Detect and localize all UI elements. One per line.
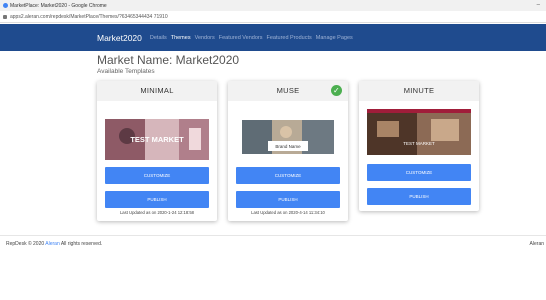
minimize-button[interactable]: – <box>537 2 540 8</box>
page-subtitle: Available Templates <box>97 68 155 75</box>
nav-featured-products[interactable]: Featured Products <box>267 35 312 41</box>
template-thumbnail-minimal[interactable]: TEST MARKET <box>105 114 209 160</box>
template-name: MUSE ✓ <box>228 81 348 101</box>
top-navbar: Market2020 Details Themes Vendors Featur… <box>0 24 546 51</box>
template-card-muse: MUSE ✓ Brand Name CUSTOMIZE PUBLISH Last… <box>228 81 348 221</box>
footer-divider <box>0 235 546 236</box>
publish-button[interactable]: PUBLISH <box>105 191 209 208</box>
nav-details[interactable]: Details <box>150 35 167 41</box>
address-bar[interactable]: apps2.aleran.com/repdesk/MarketPlace/The… <box>0 11 546 23</box>
window-titlebar: MarketPlace: Market2020 - Google Chrome … <box>0 0 546 11</box>
template-card-minimal: MINIMAL TEST MARKET CUSTOMIZE PUBLISH La… <box>97 81 217 221</box>
thumb-caption: TEST MARKET <box>130 135 184 144</box>
last-updated-text: Last Updated as on 2020-4-14 11:34:10 <box>251 210 325 215</box>
thumb-caption: Brand Name <box>275 144 301 149</box>
footer-brand: Aleran <box>529 241 544 247</box>
footer-company-link[interactable]: Aleran <box>45 241 59 247</box>
page-title: Market Name: Market2020 <box>97 53 240 67</box>
publish-button[interactable]: PUBLISH <box>367 188 471 205</box>
nav-featured-vendors[interactable]: Featured Vendors <box>219 35 263 41</box>
customize-button[interactable]: CUSTOMIZE <box>236 167 340 184</box>
template-thumbnail-minute[interactable]: TEST MARKET <box>367 109 471 155</box>
template-card-minute: MINUTE TEST MARKET CUSTOMIZE PUBLISH <box>359 81 479 211</box>
window-title: MarketPlace: Market2020 - Google Chrome <box>10 2 107 9</box>
lock-icon <box>3 14 7 19</box>
template-thumbnail-muse[interactable]: Brand Name <box>236 114 340 160</box>
last-updated-text: Last Updated as on 2020-1-24 12:18:58 <box>119 210 195 215</box>
template-name-text: MUSE <box>276 86 300 95</box>
url-text[interactable]: apps2.aleran.com/repdesk/MarketPlace/The… <box>10 14 168 20</box>
footer-copyright: RepDesk © 2020 Aleran All rights reserve… <box>6 241 102 247</box>
brand-link[interactable]: Market2020 <box>97 33 142 43</box>
template-name: MINIMAL <box>97 81 217 101</box>
customize-button[interactable]: CUSTOMIZE <box>105 167 209 184</box>
nav-vendors[interactable]: Vendors <box>195 35 215 41</box>
check-circle-icon: ✓ <box>331 85 342 96</box>
nav-manage-pages[interactable]: Manage Pages <box>316 35 353 41</box>
chrome-icon <box>3 3 8 8</box>
footer-prefix: RepDesk © 2020 <box>6 241 46 247</box>
customize-button[interactable]: CUSTOMIZE <box>367 164 471 181</box>
thumb-caption: TEST MARKET <box>403 141 435 146</box>
publish-button[interactable]: PUBLISH <box>236 191 340 208</box>
nav-themes[interactable]: Themes <box>171 35 191 41</box>
template-name: MINUTE <box>359 81 479 101</box>
footer-suffix: All rights reserved. <box>59 241 103 247</box>
